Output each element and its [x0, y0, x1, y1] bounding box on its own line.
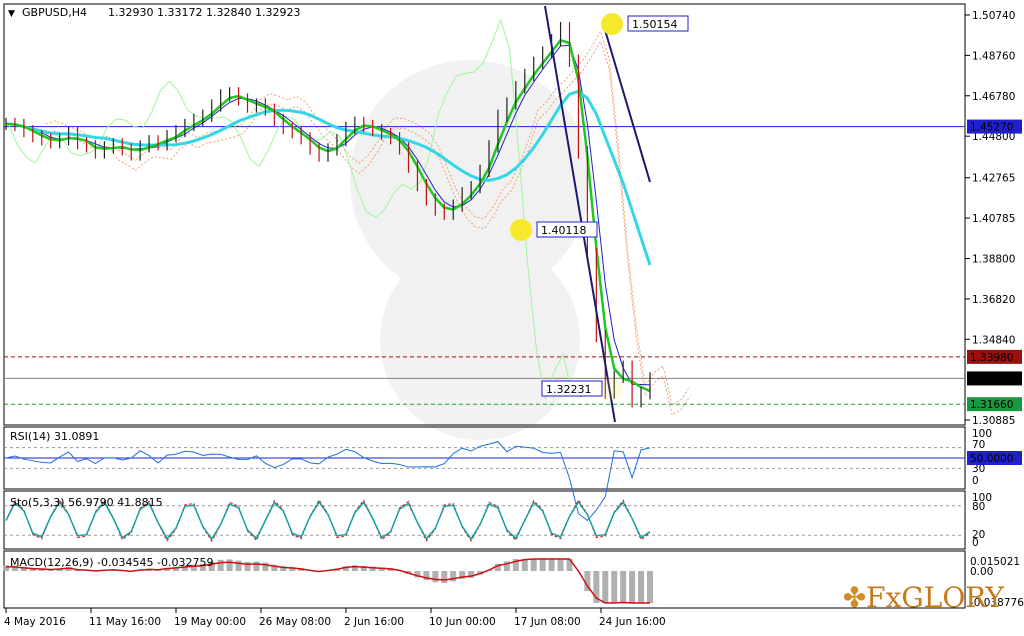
macd-bar [602, 571, 609, 603]
macd-bar [629, 571, 636, 603]
chart-canvas: 1.501541.401181.32231 1007030050.0000 10… [3, 3, 1024, 628]
macd-bar [647, 571, 653, 603]
price-axis: 1.507401.487601.467801.448001.427651.407… [965, 10, 1022, 427]
price-marker-tag-label: 1.33980 [970, 352, 1013, 364]
macd-bar [620, 571, 627, 603]
price-marker-tag-label: 1.31660 [970, 399, 1013, 411]
macd-bar [548, 559, 555, 571]
price-tick-label: 1.34840 [972, 334, 1015, 346]
macd-bar [226, 559, 233, 571]
collapse-triangle-icon[interactable]: ▼ [8, 9, 15, 19]
macd-bar [217, 559, 224, 571]
price-tick-label: 1.30885 [972, 415, 1015, 427]
time-tick-label: 26 May 08:00 [259, 616, 331, 628]
price-tick-label: 1.48760 [972, 50, 1015, 62]
macd-bar [450, 571, 457, 582]
time-tick-label: 4 May 2016 [4, 616, 66, 628]
price-marker-tag-label: 1.32923 [970, 373, 1013, 385]
time-tick-label: 10 Jun 00:00 [429, 616, 496, 628]
price-tick-label: 1.38800 [972, 254, 1015, 266]
time-tick-label: 17 Jun 08:00 [514, 616, 581, 628]
rsi-label: RSI(14) 31.0891 [10, 430, 99, 443]
time-tick-label: 2 Jun 16:00 [344, 616, 404, 628]
macd-label: MACD(12,26,9) -0.034545 -0.032759 [10, 556, 213, 569]
annotation-label: 1.40118 [541, 224, 587, 237]
macd-bar [432, 571, 439, 583]
stoch-scale-label: 0 [972, 537, 979, 549]
macd-bar [235, 560, 242, 571]
macd-bar [253, 561, 260, 571]
macd-scale-label: 0.00 [970, 566, 993, 578]
annotation-dot [601, 378, 623, 400]
price-tick-label: 1.40785 [972, 213, 1015, 225]
macd-bar [441, 571, 448, 583]
time-tick-label: 19 May 00:00 [174, 616, 246, 628]
annotation-dot [601, 13, 623, 35]
macd-bar [521, 559, 528, 571]
chart-ohlc: 1.32930 1.33172 1.32840 1.32923 [108, 6, 300, 19]
annotation-label: 1.50154 [632, 18, 678, 31]
chart-symbol: GBPUSD,H4 [22, 6, 87, 19]
macd-bar [539, 559, 546, 571]
price-tick-label: 1.42765 [972, 173, 1015, 185]
annotation-dot [510, 219, 532, 241]
stoch-label: Sto(5,3,3) 56.9790 41.8815 [10, 496, 163, 509]
time-tick-label: 11 May 16:00 [89, 616, 161, 628]
annotation-label: 1.32231 [546, 383, 592, 396]
time-axis: 4 May 2016 11 May 16:00 19 May 00:00 26 May… [4, 608, 666, 628]
stoch-scale-label: 80 [972, 501, 985, 513]
rsi-level-tag-label: 50.0000 [970, 453, 1013, 465]
macd-bar [638, 571, 645, 603]
macd-bar [611, 571, 618, 603]
rsi-scale-label: 70 [972, 439, 985, 451]
price-tick-label: 1.46780 [972, 91, 1015, 103]
channel-line-right [604, 29, 651, 183]
price-tick-label: 1.36820 [972, 294, 1015, 306]
price-marker-tag-label: 1.45270 [970, 122, 1013, 134]
macd-bar [557, 559, 564, 571]
rsi-scale-label: 0 [972, 475, 979, 487]
time-tick-label: 24 Jun 16:00 [599, 616, 666, 628]
macd-bar [530, 559, 537, 571]
price-tick-label: 1.50740 [972, 10, 1015, 22]
fxglory-logo: ✤FxGLORY [842, 581, 1004, 614]
